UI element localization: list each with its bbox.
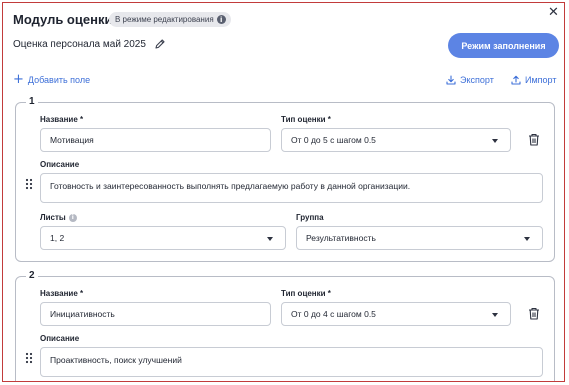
edit-mode-badge-label: В режиме редактирования [115, 15, 214, 24]
add-field-button[interactable]: + Добавить поле [13, 72, 91, 87]
description-label: Описание [40, 334, 80, 343]
criterion-card: 2 Название * Инициативность Тип оценки *… [15, 270, 555, 381]
pencil-icon[interactable] [154, 38, 166, 50]
group-label: Группа [296, 213, 324, 222]
name-input[interactable]: Инициативность [40, 302, 271, 326]
trash-icon[interactable] [528, 133, 540, 146]
card-number: 2 [26, 270, 38, 281]
assessment-name: Оценка персонала май 2025 [13, 39, 146, 50]
export-label: Экспорт [460, 75, 494, 85]
assessment-type-label: Тип оценки * [281, 289, 331, 298]
edit-mode-badge: В режиме редактирования i [109, 12, 231, 27]
export-button[interactable]: Экспорт [446, 75, 494, 85]
fill-mode-button[interactable]: Режим заполнения [448, 33, 559, 58]
add-field-label: Добавить поле [27, 75, 91, 85]
info-icon[interactable]: i [216, 15, 226, 24]
assessment-module-dialog: Модуль оценки В режиме редактирования i … [2, 2, 565, 382]
assessment-type-select[interactable]: От 0 до 4 с шагом 0.5 [281, 302, 511, 326]
download-icon [446, 75, 456, 85]
name-input[interactable]: Мотивация [40, 128, 271, 152]
drag-handle-icon[interactable] [25, 352, 33, 364]
description-textarea[interactable]: Готовность и заинтересованность выполнят… [40, 173, 543, 203]
description-label: Описание [40, 160, 80, 169]
import-label: Импорт [525, 75, 557, 85]
drag-handle-icon[interactable] [25, 178, 33, 190]
group-select[interactable]: Результативность [296, 226, 543, 250]
upload-icon [511, 75, 521, 85]
trash-icon[interactable] [528, 307, 540, 320]
sheets-label-text: Листы [40, 213, 66, 222]
sheets-label: Листы i [40, 213, 77, 222]
name-label: Название * [40, 289, 84, 298]
dialog-title: Модуль оценки [13, 12, 113, 27]
sheets-select[interactable]: 1, 2 [40, 226, 286, 250]
criterion-card: 1 Название * Мотивация Тип оценки * От 0… [15, 96, 555, 262]
description-textarea[interactable]: Проактивность, поиск улучшений [40, 347, 543, 377]
assessment-type-select[interactable]: От 0 до 5 с шагом 0.5 [281, 128, 511, 152]
name-label: Название * [40, 115, 84, 124]
card-number: 1 [26, 96, 38, 107]
help-icon[interactable]: i [68, 213, 77, 222]
close-icon[interactable]: ✕ [548, 6, 559, 19]
assessment-type-label: Тип оценки * [281, 115, 331, 124]
plus-icon: + [13, 72, 24, 87]
import-button[interactable]: Импорт [511, 75, 556, 85]
